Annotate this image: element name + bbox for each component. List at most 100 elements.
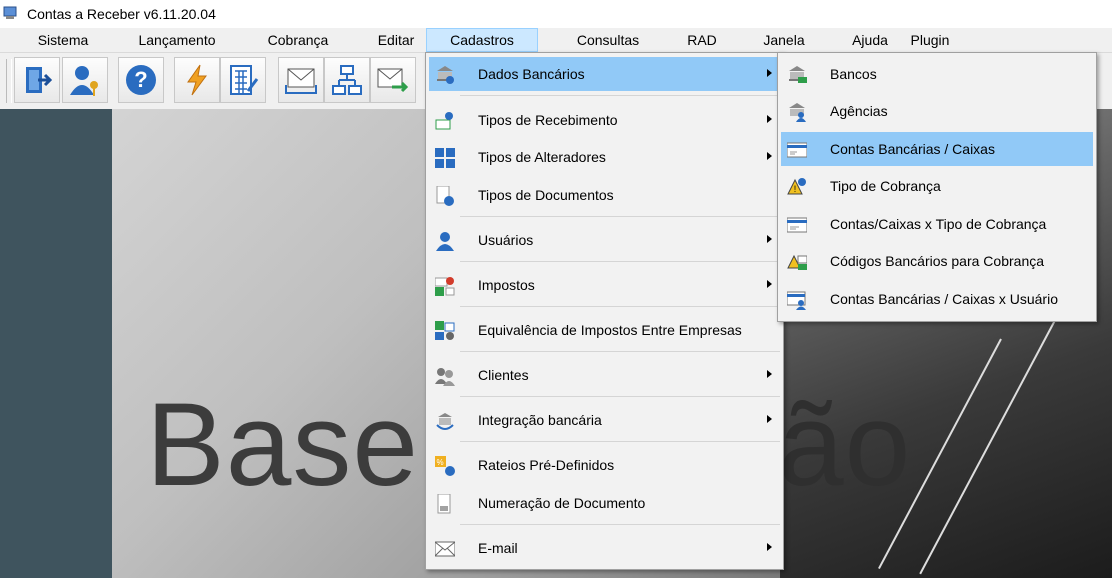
menu-item-label: Clientes [478, 367, 529, 383]
clients-icon [435, 368, 455, 386]
bank-codes-icon [787, 254, 807, 270]
submenu-item-label: Tipo de Cobrança [830, 178, 941, 194]
menu-item-label: Tipos de Documentos [478, 187, 614, 203]
submenu-item-codigos-bancarios-para-cobranca[interactable]: Códigos Bancários para Cobrança [781, 244, 1093, 278]
submenu-item-tipo-de-cobranca[interactable]: ! Tipo de Cobrança [781, 169, 1093, 203]
hierarchy-icon [332, 65, 362, 95]
toolbar-mail-send-button[interactable] [370, 57, 416, 103]
menu-item-tipos-de-alteradores[interactable]: Tipos de Alteradores [429, 140, 780, 174]
submenu-item-label: Contas Bancárias / Caixas x Usuário [830, 291, 1058, 307]
menu-separator [460, 216, 780, 217]
menu-item-usuarios[interactable]: Usuários [429, 223, 780, 257]
submenu-arrow-icon [767, 115, 772, 123]
toolbar-calculator-button[interactable] [220, 57, 266, 103]
menu-janela[interactable]: Janela [756, 28, 812, 52]
document-number-icon [437, 494, 451, 514]
menu-lancamento[interactable]: Lançamento [126, 28, 228, 52]
menu-consultas[interactable]: Consultas [566, 28, 650, 52]
bank-account-icon [787, 142, 807, 158]
calculator-icon [230, 65, 259, 95]
taxes-icon [435, 277, 455, 296]
submenu-item-contas-caixas-x-tipo-de-cobranca[interactable]: Contas/Caixas x Tipo de Cobrança [781, 207, 1093, 241]
menu-ajuda[interactable]: Ajuda [844, 28, 896, 52]
submenu-item-label: Contas/Caixas x Tipo de Cobrança [830, 216, 1047, 232]
menu-sistema[interactable]: Sistema [28, 28, 98, 52]
side-strip [0, 109, 112, 578]
menu-item-label: E-mail [478, 540, 518, 556]
toolbar-exit-button[interactable] [14, 57, 60, 103]
menu-cobranca[interactable]: Cobrança [258, 28, 338, 52]
submenu-item-label: Agências [830, 103, 888, 119]
receipt-types-icon [435, 112, 453, 130]
exit-icon [26, 67, 53, 93]
svg-text:!: ! [794, 184, 797, 194]
submenu-item-contas-bancarias-caixas-x-usuario[interactable]: Contas Bancárias / Caixas x Usuário [781, 282, 1093, 316]
submenu-arrow-icon [767, 152, 772, 160]
toolbar-mail-tray-button[interactable] [278, 57, 324, 103]
menu-separator [460, 306, 780, 307]
bank-integration-icon [436, 413, 454, 430]
submenu-item-label: Contas Bancárias / Caixas [830, 141, 995, 157]
menu-item-label: Integração bancária [478, 412, 602, 428]
toolbar-grip[interactable] [6, 59, 12, 103]
menu-plugin[interactable]: Plugin [902, 28, 958, 52]
user-icon [436, 232, 454, 251]
menu-rad[interactable]: RAD [680, 28, 724, 52]
menu-item-label: Tipos de Recebimento [478, 112, 618, 128]
toolbar-hierarchy-button[interactable] [324, 57, 370, 103]
background-word-left: Base [146, 379, 419, 511]
menu-item-rateios-pre-definidos[interactable]: % Rateios Pré-Definidos [429, 448, 780, 482]
menu-item-label: Usuários [478, 232, 534, 248]
menu-item-label: Dados Bancários [478, 66, 585, 82]
menu-item-clientes[interactable]: Clientes [429, 358, 780, 392]
mail-tray-icon [285, 68, 317, 94]
bank-data-icon [437, 66, 454, 84]
menu-editar[interactable]: Editar [370, 28, 422, 52]
menu-item-label: Impostos [478, 277, 535, 293]
submenu-item-bancos[interactable]: Bancos [781, 57, 1093, 91]
menu-item-email[interactable]: E-mail [429, 531, 780, 565]
svg-text:?: ? [134, 67, 147, 92]
menu-item-equivalencia-de-impostos[interactable]: Equivalência de Impostos Entre Empresas [429, 313, 780, 347]
submenu-item-agencias[interactable]: Agências [781, 94, 1093, 128]
menu-item-label: Numeração de Documento [478, 495, 646, 511]
menu-bar: Sistema Lançamento Cobrança Editar Cadas… [0, 28, 1112, 53]
help-icon: ? [126, 65, 156, 95]
mail-send-icon [377, 68, 409, 93]
submenu-arrow-icon [767, 543, 772, 551]
window-title: Contas a Receber v6.11.20.04 [27, 6, 216, 22]
calculator-ops-icon [435, 148, 455, 168]
menu-separator [460, 351, 780, 352]
menu-item-impostos[interactable]: Impostos [429, 268, 780, 302]
toolbar-lightning-button[interactable] [174, 57, 220, 103]
submenu-arrow-icon [767, 235, 772, 243]
tax-equivalence-icon [435, 321, 455, 340]
menu-item-dados-bancarios[interactable]: Dados Bancários [429, 57, 780, 91]
lightning-icon [187, 64, 207, 96]
title-bar: Contas a Receber v6.11.20.04 [0, 0, 1112, 28]
menu-item-label: Rateios Pré-Definidos [478, 457, 615, 473]
user-key-icon [70, 66, 98, 96]
menu-separator [460, 524, 780, 525]
menu-separator [460, 441, 780, 442]
toolbar-help-button[interactable]: ? [118, 57, 164, 103]
app-icon [3, 6, 17, 19]
toolbar-user-key-button[interactable] [62, 57, 108, 103]
bank-branch-icon [789, 103, 806, 122]
submenu-item-contas-bancarias-caixas[interactable]: Contas Bancárias / Caixas [781, 132, 1093, 166]
document-info-icon [436, 186, 454, 206]
account-user-icon [787, 291, 806, 310]
menu-item-integracao-bancaria[interactable]: Integração bancária [429, 403, 780, 437]
account-billing-icon [787, 217, 807, 233]
apportionment-icon: % [435, 456, 455, 476]
submenu-item-label: Bancos [830, 66, 877, 82]
menu-item-numeracao-de-documento[interactable]: Numeração de Documento [429, 486, 780, 520]
menu-item-tipos-de-recebimento[interactable]: Tipos de Recebimento [429, 103, 780, 137]
menu-separator [460, 261, 780, 262]
billing-type-icon: ! [787, 178, 806, 195]
bank-icon [789, 66, 807, 83]
menu-item-tipos-de-documentos[interactable]: Tipos de Documentos [429, 178, 780, 212]
menu-cadastros[interactable]: Cadastros [426, 28, 538, 52]
cadastros-menu: Dados Bancários Tipos de Recebimento Tip… [425, 52, 784, 570]
envelope-icon [435, 541, 455, 557]
